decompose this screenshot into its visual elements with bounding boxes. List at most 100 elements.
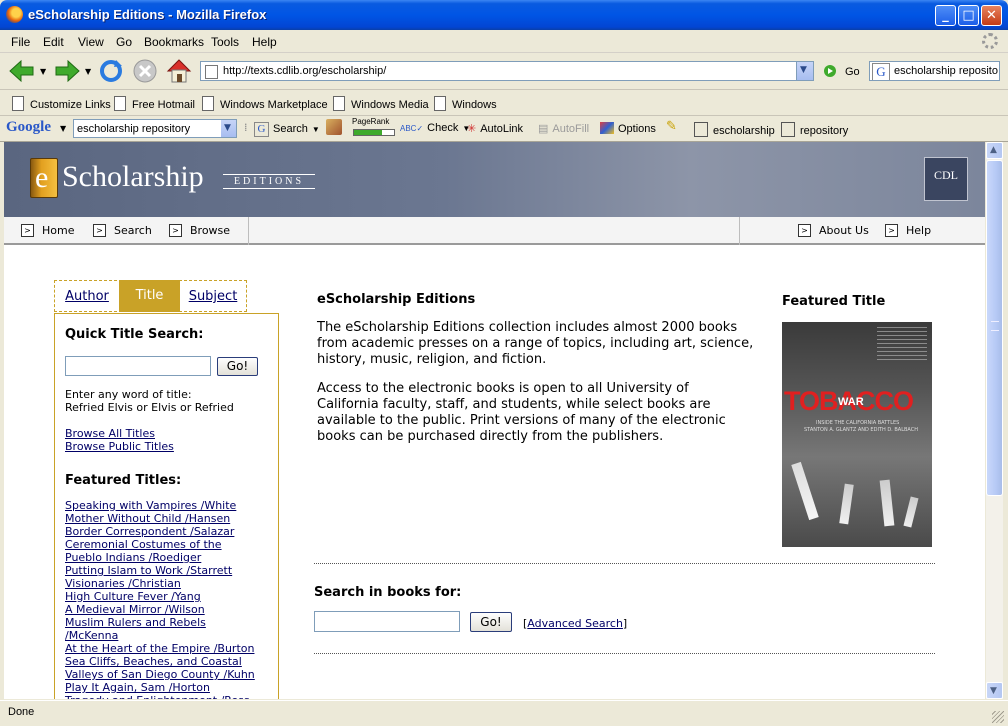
browse-all-titles-link[interactable]: Browse All Titles — [65, 427, 155, 440]
cdl-badge[interactable]: CDL — [924, 157, 968, 201]
google-search-icon[interactable]: G — [872, 63, 890, 80]
nav-label: About Us — [819, 224, 869, 237]
menu-edit[interactable]: Edit — [43, 35, 64, 49]
link-free-hotmail[interactable]: Free Hotmail — [114, 96, 195, 111]
cover-blurb — [877, 327, 927, 363]
tab-subject[interactable]: Subject — [180, 281, 246, 313]
featured-title-link[interactable]: /McKenna — [65, 629, 277, 642]
featured-title-link[interactable]: Sea Cliffs, Beaches, and Coastal — [65, 655, 277, 668]
url-dropdown-button[interactable]: ▼ — [796, 62, 813, 80]
stop-button[interactable] — [132, 58, 158, 87]
maximize-button[interactable]: □ — [958, 5, 979, 26]
featured-title-link[interactable]: Border Correspondent /Salazar — [65, 525, 277, 538]
vertical-scrollbar[interactable]: ▲ ▼ — [986, 142, 1003, 699]
link-windows[interactable]: Windows — [434, 96, 497, 111]
featured-title-link[interactable]: Mother Without Child /Hansen — [65, 512, 277, 525]
featured-title-link[interactable]: Valleys of San Diego County /Kuhn — [65, 668, 277, 681]
spell-check-button[interactable]: ABC✓ Check ▼ — [400, 122, 470, 134]
google-search-button[interactable]: G Search ▼ — [254, 122, 320, 137]
featured-title-link[interactable]: Visionaries /Christian — [65, 577, 277, 590]
featured-title-link[interactable]: Muslim Rulers and Rebels — [65, 616, 277, 629]
nav-browse[interactable]: > Browse — [169, 224, 230, 237]
google-logo[interactable]: Google — [6, 119, 51, 136]
book-search-input[interactable] — [314, 611, 460, 632]
link-windows-marketplace[interactable]: Windows Marketplace — [202, 96, 328, 111]
menu-bookmarks[interactable]: Bookmarks — [144, 35, 204, 49]
options-button[interactable]: Options — [600, 122, 656, 135]
back-arrow-icon — [9, 59, 34, 83]
page-content: e Scholarship EDITIONS CDL > Home > Search… — [4, 142, 985, 699]
resize-grip-icon[interactable] — [992, 711, 1004, 723]
autolink-label: AutoLink — [480, 123, 524, 135]
featured-title-link[interactable]: Ceremonial Costumes of the — [65, 538, 277, 551]
featured-title-link[interactable]: A Medieval Mirror /Wilson — [65, 603, 277, 616]
nav-label: Search — [114, 224, 152, 237]
home-button[interactable] — [165, 57, 193, 88]
back-button[interactable] — [8, 59, 36, 86]
title-search-input[interactable] — [65, 356, 211, 376]
autofill-button[interactable]: ▤ AutoFill — [538, 122, 589, 135]
nav-divider — [248, 217, 249, 245]
featured-title-link[interactable]: Tragedy and Enlightenment /Ross — [65, 694, 277, 699]
news-icon[interactable] — [326, 119, 342, 135]
close-button[interactable]: ✕ — [981, 5, 1002, 26]
menu-view[interactable]: View — [78, 35, 104, 49]
search-engine-box[interactable]: G escholarship reposito — [869, 61, 1000, 81]
scroll-down-button[interactable]: ▼ — [986, 682, 1003, 699]
nav-search[interactable]: > Search — [93, 224, 152, 237]
link-windows-media[interactable]: Windows Media — [333, 96, 429, 111]
google-search-dropdown[interactable]: ▼ — [221, 120, 236, 137]
tab-author[interactable]: Author — [55, 281, 119, 313]
site-logo-text[interactable]: Scholarship — [62, 160, 204, 194]
forward-dropdown-icon[interactable]: ▼ — [85, 67, 91, 76]
firefox-icon — [6, 6, 23, 23]
forward-button[interactable] — [53, 59, 81, 86]
options-label: Options — [618, 123, 656, 135]
advanced-search-link[interactable]: Advanced Search — [527, 617, 623, 630]
featured-titles-list: Speaking with Vampires /White Mother With… — [65, 499, 277, 699]
featured-title-link[interactable]: Play It Again, Sam /Horton — [65, 681, 277, 694]
back-dropdown-icon[interactable]: ▼ — [40, 67, 46, 76]
toolbar-grip: ⁞ — [244, 121, 248, 134]
autolink-button[interactable]: ✳ AutoLink — [467, 122, 523, 135]
title-search-go-button[interactable]: Go! — [217, 357, 258, 376]
featured-book-cover[interactable]: TOBACCO WAR INSIDE THE CALIFORNIA BATTLE… — [782, 322, 932, 547]
url-bar[interactable]: http://texts.cdlib.org/escholarship/ ▼ — [200, 61, 814, 81]
arrow-right-icon: > — [169, 224, 182, 237]
menu-go[interactable]: Go — [116, 35, 132, 49]
search-engine-text: escholarship reposito — [894, 65, 998, 77]
menu-tools[interactable]: Tools — [211, 35, 239, 49]
nav-divider — [739, 217, 740, 245]
google-search-input[interactable]: escholarship repository ▼ — [73, 119, 237, 138]
nav-about-us[interactable]: > About Us — [798, 224, 869, 237]
nav-help[interactable]: > Help — [885, 224, 931, 237]
scroll-thumb[interactable] — [986, 160, 1003, 496]
go-label[interactable]: Go — [845, 66, 860, 78]
status-bar: Done — [0, 700, 1008, 726]
featured-title-link[interactable]: Pueblo Indians /Roediger — [65, 551, 277, 564]
search-term-escholarship[interactable]: escholarship — [694, 122, 775, 137]
browse-public-titles-link[interactable]: Browse Public Titles — [65, 440, 174, 453]
minimize-button[interactable]: _ — [935, 5, 956, 26]
highlight-icon[interactable]: ✎ — [666, 119, 677, 134]
search-term-repository[interactable]: repository — [781, 122, 848, 137]
nav-home[interactable]: > Home — [21, 224, 74, 237]
intro-paragraph: The eScholarship Editions collection inc… — [317, 320, 754, 367]
featured-title-link[interactable]: Speaking with Vampires /White — [65, 499, 277, 512]
go-button[interactable] — [823, 64, 837, 81]
featured-title-link[interactable]: High Culture Fever /Yang — [65, 590, 277, 603]
menu-help[interactable]: Help — [252, 35, 277, 49]
menu-file[interactable]: File — [11, 35, 30, 49]
reload-button[interactable] — [98, 58, 124, 87]
featured-title-link[interactable]: At the Heart of the Empire /Burton — [65, 642, 277, 655]
pagerank-label: PageRank — [352, 117, 390, 126]
featured-title-link[interactable]: Putting Islam to Work /Starrett — [65, 564, 277, 577]
google-menu-dropdown-icon[interactable]: ▼ — [60, 124, 66, 133]
book-search-go-button[interactable]: Go! — [470, 612, 512, 632]
tab-title[interactable]: Title — [119, 280, 180, 312]
link-customize-links[interactable]: Customize Links — [12, 96, 111, 111]
scroll-up-button[interactable]: ▲ — [986, 142, 1003, 159]
autolink-icon: ✳ — [467, 123, 477, 135]
chevron-up-icon: ▲ — [990, 145, 997, 155]
arrow-right-icon: > — [93, 224, 106, 237]
